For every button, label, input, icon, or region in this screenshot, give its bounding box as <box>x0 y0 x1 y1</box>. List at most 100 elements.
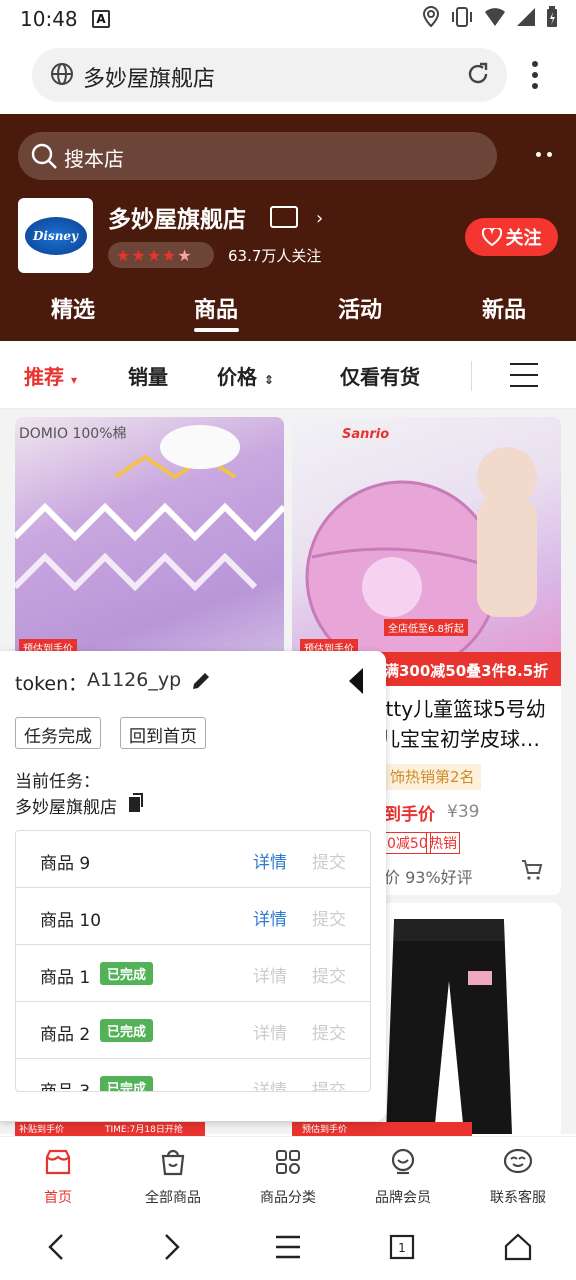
heart-icon <box>481 228 502 246</box>
submit-link[interactable]: 提交 <box>312 848 346 873</box>
task-complete-button[interactable]: 任务完成 <box>15 717 101 749</box>
current-task-value: 多妙屋旗舰店 <box>15 798 117 818</box>
edit-icon[interactable] <box>190 670 212 692</box>
nav-label: 全部商品 <box>145 1190 201 1206</box>
signal-icon <box>517 8 535 26</box>
tab-activities[interactable]: 活动 <box>310 292 410 324</box>
star-icon: ★ <box>131 245 146 265</box>
star-icon: ★ <box>116 245 131 265</box>
product-price-tag: 预估到手价 <box>302 1125 348 1135</box>
product-image-basketball[interactable]: Sanrio 预估到手价 全店低至6.8折起 <box>292 417 561 686</box>
filter-bar: 推荐 ▾ 销量 价格 ⇕ 仅看有货 <box>0 341 576 409</box>
detail-link[interactable]: 详情 <box>253 905 287 930</box>
launch-time-tag: TIME:7月18日开抢 <box>105 1125 183 1135</box>
submit-link: 提交 <box>312 967 346 987</box>
store-logo[interactable]: Disney <box>18 198 93 273</box>
vibrate-icon <box>452 7 472 27</box>
task-panel: token： A1126_yp 任务完成 回到首页 当前任务： 多妙屋旗舰店 商… <box>0 651 386 1121</box>
task-name: 商品 1 <box>40 968 91 988</box>
store-name[interactable]: 多妙屋旗舰店 <box>108 200 246 234</box>
nav-all-products[interactable]: 全部商品 <box>123 1147 223 1207</box>
url-bar[interactable]: 多妙屋旗舰店 <box>32 48 507 102</box>
filter-recommend-label: 推荐 <box>24 365 64 389</box>
product-price-tag: 补贴到手价 <box>19 1125 65 1135</box>
nav-label: 联系客服 <box>490 1190 546 1206</box>
task-row: 商品 1 已完成 详情 提交 <box>16 945 370 1002</box>
product-orig-price: ¥39 <box>447 802 480 822</box>
filter-price[interactable]: 价格 ⇕ <box>217 361 274 390</box>
nav-home[interactable]: 首页 <box>8 1147 108 1207</box>
disney-logo: Disney <box>24 216 87 255</box>
divider <box>471 361 472 391</box>
tab-new[interactable]: 新品 <box>454 292 554 324</box>
product-title[interactable]: itty儿童篮球5号幼儿宝宝初学皮球… <box>380 694 556 754</box>
product-subsidy-strip: 补贴到手价 TIME:7月18日开抢 <box>15 1122 205 1136</box>
reload-icon[interactable] <box>465 61 491 87</box>
tabs-count-icon[interactable]: 1 <box>389 1232 415 1262</box>
task-row: 商品 10 详情 提交 <box>16 888 370 945</box>
detail-link[interactable]: 详情 <box>253 848 287 873</box>
store-search-input[interactable]: 搜本店 <box>18 132 497 180</box>
nav-categories[interactable]: 商品分类 <box>238 1147 338 1207</box>
nav-label: 商品分类 <box>260 1190 316 1206</box>
layout-menu-icon[interactable] <box>510 363 538 396</box>
follow-label: 关注 <box>505 228 542 249</box>
completed-badge: 已完成 <box>100 1019 154 1042</box>
category-icon <box>276 1150 300 1174</box>
task-name: 商品 2 <box>40 1025 91 1045</box>
filter-in-stock[interactable]: 仅看有货 <box>340 361 420 390</box>
svg-text:1: 1 <box>398 1241 406 1255</box>
detail-link: 详情 <box>253 1024 287 1044</box>
menu-icon[interactable] <box>274 1232 302 1262</box>
completed-badge: 已完成 <box>100 962 154 985</box>
tab-featured[interactable]: 精选 <box>23 292 123 324</box>
tab-products[interactable]: 商品 <box>166 292 266 324</box>
product-price-strip: 预估到手价 <box>292 1122 472 1136</box>
task-name: 商品 3 <box>40 1082 91 1092</box>
wifi-icon <box>485 8 505 26</box>
filter-price-label: 价格 <box>217 365 257 389</box>
copy-icon[interactable] <box>128 793 146 813</box>
completed-badge: 已完成 <box>100 1076 154 1091</box>
nav-member[interactable]: 品牌会员 <box>353 1147 453 1207</box>
collapse-icon[interactable] <box>347 667 365 695</box>
status-bar: 10:48 A <box>0 0 576 38</box>
home-page-icon[interactable] <box>504 1232 532 1262</box>
product-image-sweater[interactable]: DOMIO 100%棉 预估到手价 <box>15 417 284 686</box>
filter-sales[interactable]: 销量 <box>128 361 168 390</box>
back-icon[interactable] <box>44 1232 68 1262</box>
service-icon <box>503 1148 533 1174</box>
follow-button[interactable]: 关注 <box>465 218 558 256</box>
battery-icon <box>547 6 557 27</box>
chevron-right-icon[interactable]: › <box>316 208 323 229</box>
star-icon: ★ <box>146 245 162 265</box>
back-home-button[interactable]: 回到首页 <box>120 717 206 749</box>
sort-icon: ⇕ <box>263 373 275 387</box>
nav-label: 首页 <box>44 1190 72 1206</box>
cart-icon[interactable] <box>520 858 544 882</box>
notification-a-icon: A <box>92 10 110 28</box>
url-text[interactable]: 多妙屋旗舰店 <box>83 61 215 93</box>
status-icons <box>422 6 558 28</box>
filter-recommend[interactable]: 推荐 ▾ <box>24 361 77 390</box>
browser-menu-icon[interactable] <box>528 60 542 90</box>
location-icon <box>422 6 440 28</box>
rank-tag: 饰热销第2名 <box>384 764 481 790</box>
nav-service[interactable]: 联系客服 <box>468 1147 568 1207</box>
token-label: token： <box>15 673 88 695</box>
store-bottom-nav: 首页 全部商品 商品分类 品牌会员 联系客服 <box>0 1136 576 1218</box>
more-icon[interactable] <box>536 152 552 157</box>
task-row: 商品 9 详情 提交 <box>16 831 370 888</box>
browser-nav: 1 <box>0 1218 576 1280</box>
search-icon <box>31 143 57 169</box>
task-list: 商品 9 详情 提交 商品 10 详情 提交 商品 1 已完成 详情 提交 商品… <box>15 830 371 1092</box>
product-price-label: 到手价 <box>384 805 435 825</box>
submit-link[interactable]: 提交 <box>312 905 346 930</box>
forward-icon[interactable] <box>160 1232 184 1262</box>
followers-count: 63.7万人关注 <box>228 247 322 265</box>
nav-label: 品牌会员 <box>375 1190 431 1206</box>
store-tabs: 精选 商品 活动 新品 <box>0 288 576 338</box>
half-star-icon: ★ <box>177 245 192 265</box>
promo-badge: 全店低至6.8折起 <box>384 619 468 636</box>
pants-illustration <box>386 919 512 1134</box>
